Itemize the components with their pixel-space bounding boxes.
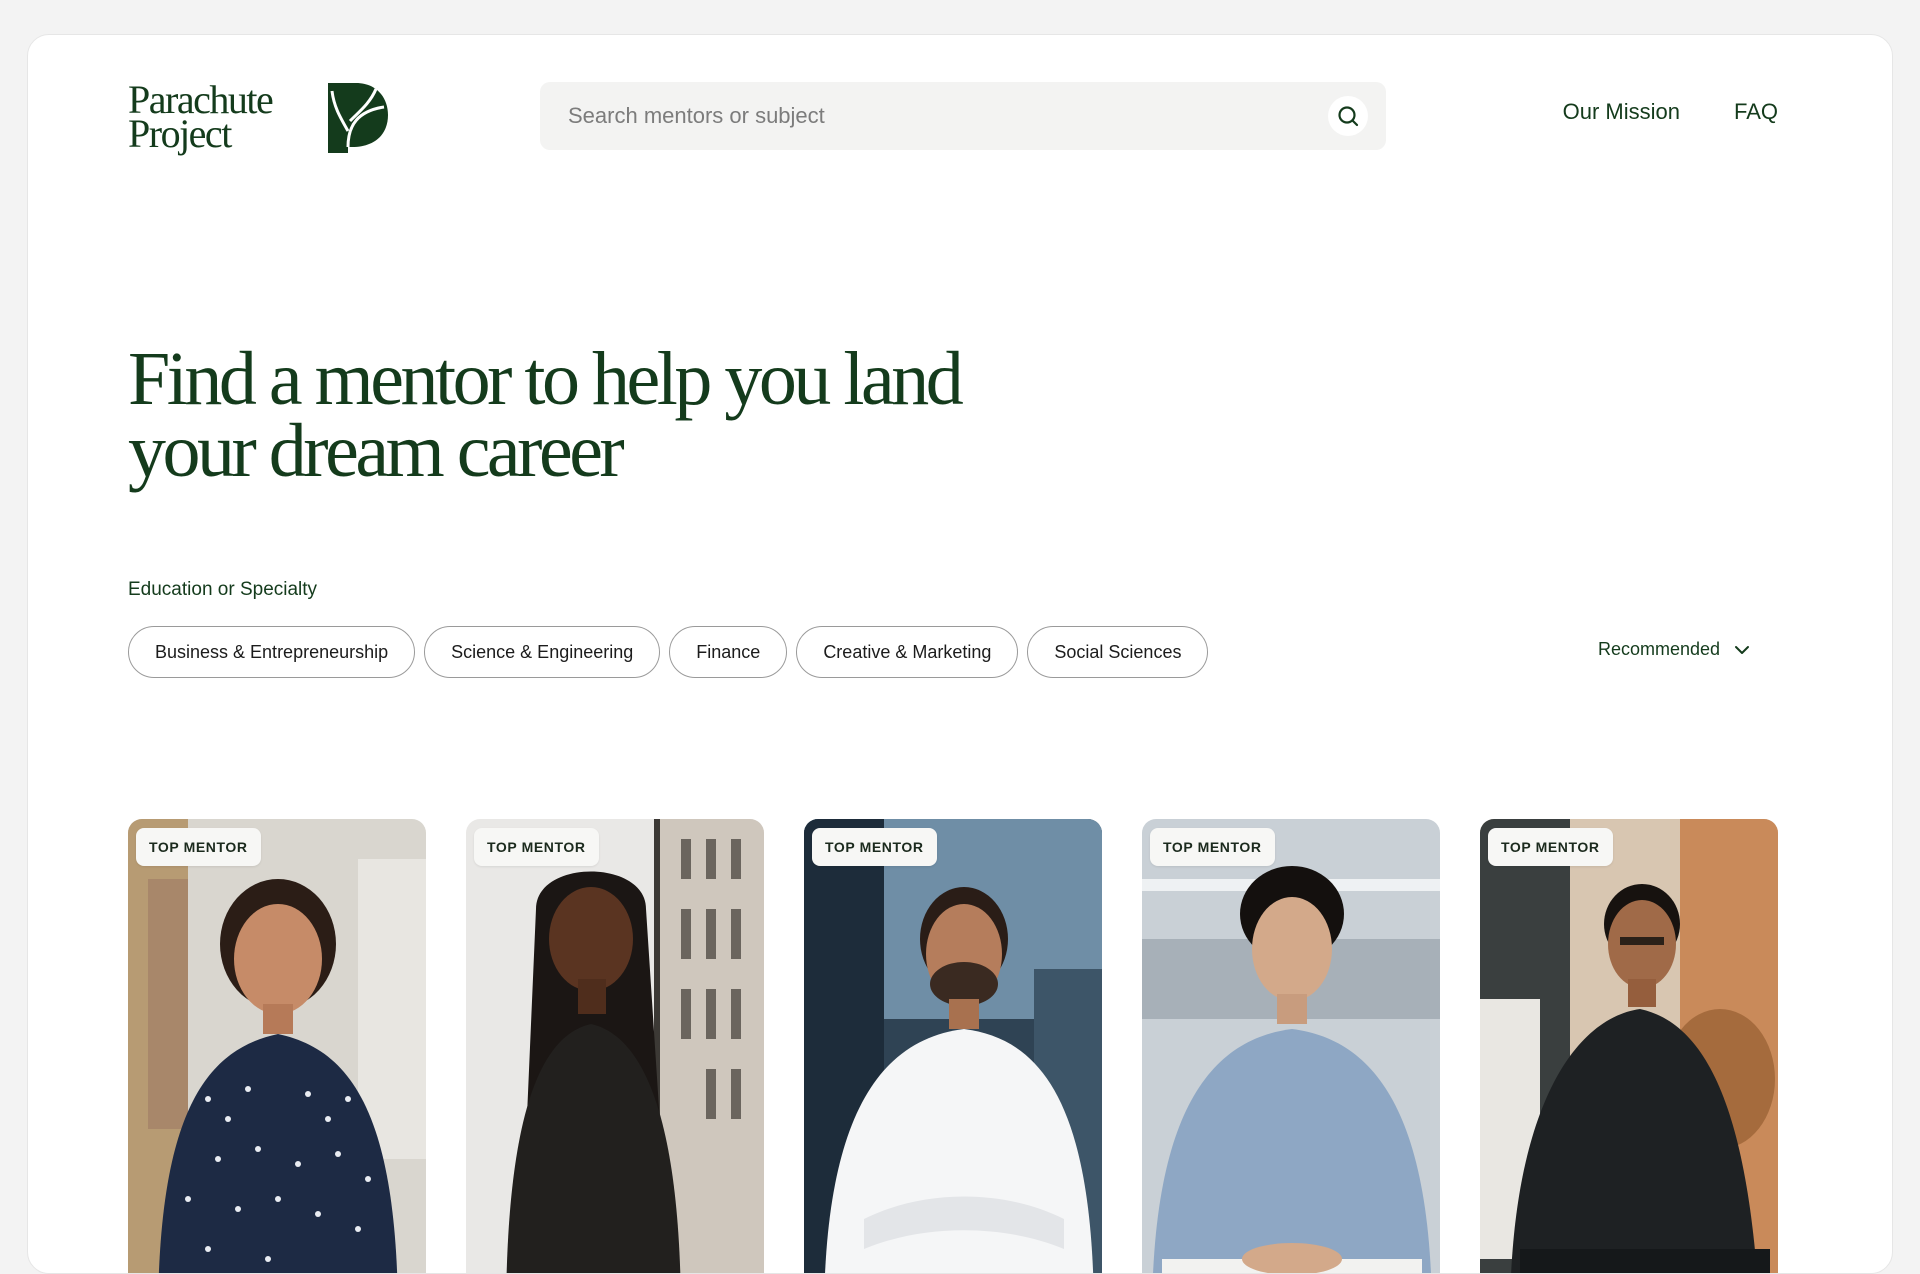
top-mentor-badge: TOP MENTOR (1150, 828, 1275, 866)
mentor-card[interactable]: TOP MENTOR (804, 819, 1102, 1273)
nav-link-our-mission[interactable]: Our Mission (1563, 99, 1680, 125)
mentor-photo (128, 819, 426, 1273)
filter-chip-creative-marketing[interactable]: Creative & Marketing (796, 626, 1019, 678)
page-frame: Parachute Project Our Mission FAQ Find a… (27, 34, 1893, 1274)
mentor-card[interactable]: TOP MENTOR (1480, 819, 1778, 1273)
brand-name: Parachute Project (128, 77, 274, 156)
top-mentor-badge: TOP MENTOR (136, 828, 261, 866)
top-mentor-badge: TOP MENTOR (812, 828, 937, 866)
parachute-leaf-icon (328, 83, 388, 153)
brand-logo[interactable]: Parachute Project (128, 77, 388, 156)
nav-link-faq[interactable]: FAQ (1734, 99, 1778, 125)
mentor-card[interactable]: TOP MENTOR (128, 819, 426, 1273)
mentor-photo (1142, 819, 1440, 1273)
search-icon (1338, 106, 1359, 127)
mentor-photo (466, 819, 764, 1273)
top-mentor-badge: TOP MENTOR (1488, 828, 1613, 866)
filter-chip-finance[interactable]: Finance (669, 626, 788, 678)
top-mentor-badge: TOP MENTOR (474, 828, 599, 866)
sort-dropdown[interactable]: Recommended (1598, 639, 1750, 660)
top-nav: Our Mission FAQ (1563, 99, 1778, 125)
mentor-card[interactable]: TOP MENTOR (466, 819, 764, 1273)
filter-chip-science-engineering[interactable]: Science & Engineering (424, 626, 661, 678)
mentor-card-list: TOP MENTOR TOP MENTOR TOP MENTOR TOP MEN… (128, 819, 1778, 1273)
chevron-down-icon (1735, 645, 1750, 654)
search-input[interactable] (566, 102, 1328, 130)
mentor-photo (804, 819, 1102, 1273)
mentor-photo (1480, 819, 1778, 1273)
filter-chip-business-entrepreneurship[interactable]: Business & Entrepreneurship (128, 626, 416, 678)
search-bar (540, 82, 1386, 150)
filter-chips: Business & Entrepreneurship Science & En… (128, 626, 1209, 678)
filter-label: Education or Specialty (128, 579, 318, 600)
sort-dropdown-label: Recommended (1598, 639, 1721, 659)
site-header: Parachute Project Our Mission FAQ (28, 35, 1892, 185)
page-title: Find a mentor to help you land your drea… (128, 337, 964, 493)
search-button[interactable] (1328, 96, 1368, 136)
filter-chip-social-sciences[interactable]: Social Sciences (1027, 626, 1209, 678)
mentor-card[interactable]: TOP MENTOR (1142, 819, 1440, 1273)
